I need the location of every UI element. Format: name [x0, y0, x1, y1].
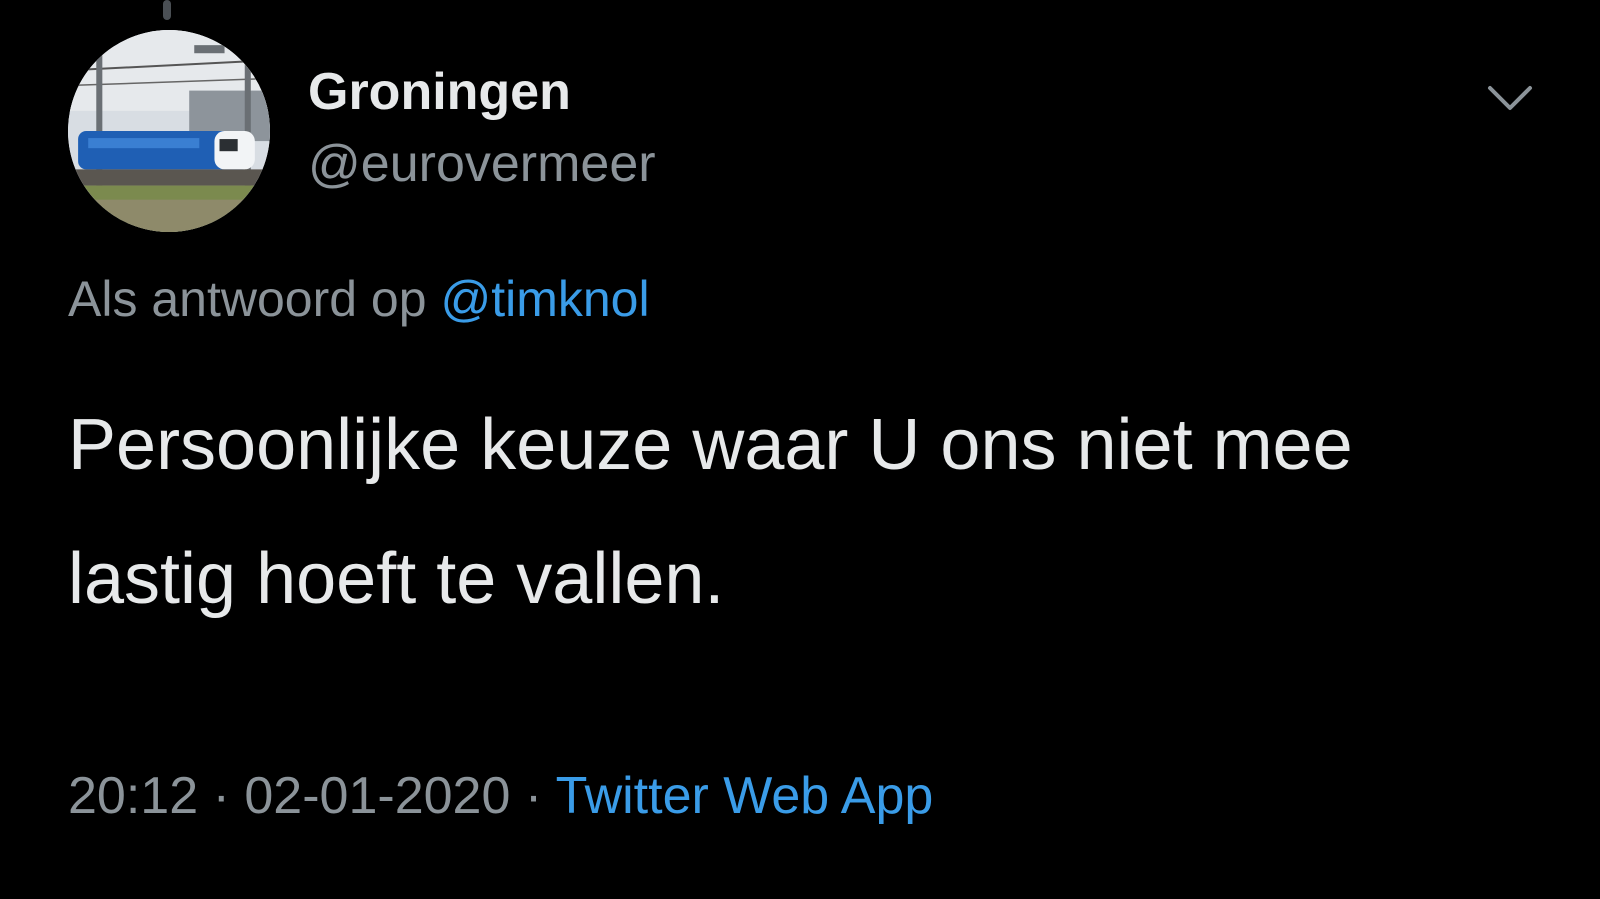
reply-context: Als antwoord op @timknol — [68, 270, 650, 328]
tweet-menu-button[interactable] — [1486, 82, 1534, 116]
user-handle[interactable]: @eurovermeer — [308, 134, 656, 194]
thread-connector-line — [163, 0, 171, 20]
display-name[interactable]: Groningen — [308, 62, 571, 122]
avatar[interactable] — [68, 30, 270, 232]
tweet-text: Persoonlijke keuze waar U ons niet mee l… — [68, 405, 1353, 619]
avatar-train-photo — [68, 30, 270, 232]
meta-separator: · — [212, 767, 230, 825]
chevron-down-icon — [1488, 86, 1532, 110]
reply-mention-link[interactable]: @timknol — [440, 271, 649, 327]
reply-prefix: Als antwoord op — [68, 271, 427, 327]
tweet-time[interactable]: 20:12 — [68, 767, 198, 825]
tweet-source-link[interactable]: Twitter Web App — [556, 767, 934, 825]
meta-separator: · — [524, 767, 543, 825]
tweet-date[interactable]: 02-01-2020 — [244, 767, 510, 825]
tweet-metadata: 20:12 · 02-01-2020 · Twitter Web App — [68, 766, 933, 826]
